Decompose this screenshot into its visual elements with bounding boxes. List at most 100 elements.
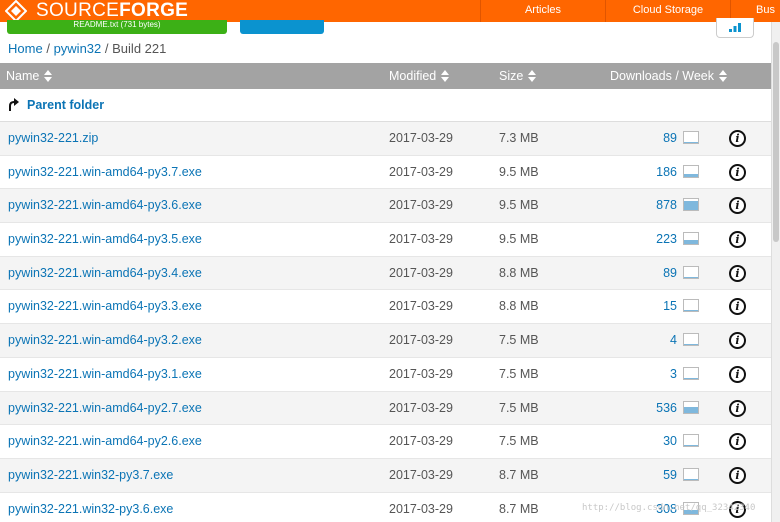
page-scrollbar[interactable] bbox=[771, 22, 780, 522]
sort-icon bbox=[441, 70, 450, 82]
file-downloads[interactable]: 30 bbox=[600, 425, 677, 458]
table-row: pywin32-221.win-amd64-py3.7.exe 2017-03-2… bbox=[0, 156, 771, 190]
file-size: 8.8 MB bbox=[499, 265, 539, 280]
download-sparkline-icon[interactable] bbox=[683, 198, 699, 212]
file-downloads[interactable]: 89 bbox=[600, 257, 677, 290]
up-arrow-icon bbox=[9, 98, 19, 111]
info-icon[interactable]: i bbox=[729, 298, 746, 316]
breadcrumb-separator: / bbox=[104, 41, 109, 56]
column-name-header[interactable]: Name bbox=[6, 63, 53, 89]
sparkline-fill bbox=[684, 406, 698, 413]
sparkline-fill bbox=[684, 240, 698, 245]
file-downloads[interactable]: 15 bbox=[600, 290, 677, 323]
download-button-label: README.txt (731 bytes) bbox=[73, 20, 161, 29]
info-icon[interactable]: i bbox=[729, 197, 746, 215]
breadcrumb-home[interactable]: Home bbox=[8, 41, 43, 56]
column-downloads-label: Downloads / Week bbox=[610, 69, 714, 83]
file-size: 7.5 MB bbox=[499, 400, 539, 415]
watermark: http://blog.csdn.net/qq_32342340 bbox=[582, 503, 756, 513]
table-row: pywin32-221.zip 2017-03-29 7.3 MB 89 i bbox=[0, 122, 771, 156]
parent-folder-link[interactable]: Parent folder bbox=[8, 98, 104, 112]
file-modified: 2017-03-29 bbox=[389, 198, 453, 213]
file-size: 8.8 MB bbox=[499, 299, 539, 314]
info-icon[interactable]: i bbox=[729, 130, 746, 147]
info-icon[interactable]: i bbox=[729, 466, 746, 484]
table-row: pywin32-221.win-amd64-py3.2.exe 2017-03-2… bbox=[0, 324, 771, 358]
column-name-label: Name bbox=[6, 69, 40, 83]
file-downloads[interactable]: 536 bbox=[600, 392, 677, 425]
download-sparkline-icon[interactable] bbox=[683, 366, 699, 380]
file-name-link[interactable]: pywin32-221.win-amd64-py3.6.exe bbox=[8, 189, 202, 222]
file-name-link[interactable]: pywin32-221.win-amd64-py3.7.exe bbox=[8, 156, 202, 189]
file-name-link[interactable]: pywin32-221.win32-py3.7.exe bbox=[8, 459, 173, 492]
table-row: pywin32-221.win-amd64-py2.7.exe 2017-03-2… bbox=[0, 391, 771, 426]
parent-folder-label: Parent folder bbox=[27, 98, 105, 112]
file-size: 7.5 MB bbox=[499, 366, 539, 381]
sparkline-fill bbox=[684, 276, 698, 278]
file-name-link[interactable]: pywin32-221.win-amd64-py3.1.exe bbox=[8, 358, 202, 391]
sparkline-fill bbox=[684, 377, 698, 379]
info-icon[interactable]: i bbox=[729, 399, 746, 417]
file-downloads[interactable]: 3 bbox=[600, 358, 677, 391]
file-name-link[interactable]: pywin32-221.zip bbox=[8, 122, 98, 155]
sparkline-fill bbox=[684, 344, 698, 346]
info-icon[interactable]: i bbox=[729, 163, 746, 181]
file-downloads[interactable]: 59 bbox=[600, 459, 677, 492]
file-name-link[interactable]: pywin32-221.win32-py3.6.exe bbox=[8, 493, 173, 522]
file-modified: 2017-03-29 bbox=[389, 366, 453, 381]
download-sparkline-icon[interactable] bbox=[683, 299, 699, 313]
table-row: pywin32-221.win-amd64-py3.3.exe 2017-03-2… bbox=[0, 290, 771, 325]
table-row: pywin32-221.win-amd64-py3.1.exe 2017-03-2… bbox=[0, 358, 771, 392]
sourceforge-logo[interactable]: SOURCEFORGE bbox=[0, 0, 188, 22]
file-name-link[interactable]: pywin32-221.win-amd64-py3.5.exe bbox=[8, 223, 202, 256]
file-modified: 2017-03-29 bbox=[389, 232, 453, 247]
file-name-link[interactable]: pywin32-221.win-amd64-py2.7.exe bbox=[8, 392, 202, 425]
download-sparkline-icon[interactable] bbox=[683, 232, 699, 246]
parent-folder-row: Parent folder bbox=[0, 89, 771, 122]
column-size-header[interactable]: Size bbox=[499, 63, 537, 89]
file-modified: 2017-03-29 bbox=[389, 164, 453, 179]
file-size: 7.3 MB bbox=[499, 131, 539, 145]
info-icon[interactable]: i bbox=[729, 231, 746, 249]
download-sparkline-icon[interactable] bbox=[683, 434, 699, 448]
sparkline-fill bbox=[684, 142, 698, 143]
nav-cloud-storage[interactable]: Cloud Storage bbox=[605, 0, 730, 22]
column-modified-header[interactable]: Modified bbox=[389, 63, 450, 89]
file-modified: 2017-03-29 bbox=[389, 131, 453, 145]
info-icon[interactable]: i bbox=[729, 433, 746, 451]
file-downloads[interactable]: 4 bbox=[600, 324, 677, 357]
nav-articles[interactable]: Articles bbox=[480, 0, 605, 22]
file-downloads[interactable]: 223 bbox=[600, 223, 677, 256]
file-name-link[interactable]: pywin32-221.win-amd64-py3.2.exe bbox=[8, 324, 202, 357]
secondary-action-button[interactable] bbox=[240, 20, 324, 34]
file-name-link[interactable]: pywin32-221.win-amd64-py3.4.exe bbox=[8, 257, 202, 290]
file-downloads[interactable]: 878 bbox=[600, 189, 677, 222]
file-name-link[interactable]: pywin32-221.win-amd64-py2.6.exe bbox=[8, 425, 202, 458]
download-sparkline-icon[interactable] bbox=[683, 265, 699, 279]
file-modified: 2017-03-29 bbox=[389, 434, 453, 449]
info-icon[interactable]: i bbox=[729, 332, 746, 350]
download-sparkline-icon[interactable] bbox=[683, 400, 699, 414]
download-latest-button[interactable]: README.txt (731 bytes) bbox=[7, 20, 227, 34]
download-sparkline-icon[interactable] bbox=[683, 131, 699, 144]
file-modified: 2017-03-29 bbox=[389, 265, 453, 280]
breadcrumb-project[interactable]: pywin32 bbox=[54, 41, 102, 56]
download-sparkline-icon[interactable] bbox=[683, 164, 699, 178]
column-size-label: Size bbox=[499, 69, 524, 83]
diamond-logo-icon bbox=[4, 0, 28, 22]
scrollbar-thumb[interactable] bbox=[773, 42, 779, 242]
breadcrumb-current: Build 221 bbox=[112, 41, 167, 56]
file-downloads[interactable]: 186 bbox=[600, 156, 677, 189]
table-row: pywin32-221.win-amd64-py3.4.exe 2017-03-2… bbox=[0, 256, 771, 291]
info-icon[interactable]: i bbox=[729, 264, 746, 282]
info-icon[interactable]: i bbox=[729, 365, 746, 383]
sparkline-fill bbox=[684, 478, 698, 480]
column-downloads-header[interactable]: Downloads / Week bbox=[610, 63, 727, 89]
download-sparkline-icon[interactable] bbox=[683, 467, 699, 481]
file-modified: 2017-03-29 bbox=[389, 501, 453, 516]
download-sparkline-icon[interactable] bbox=[683, 333, 699, 347]
rss-button[interactable] bbox=[716, 18, 754, 38]
file-modified: 2017-03-29 bbox=[389, 467, 453, 482]
file-name-link[interactable]: pywin32-221.win-amd64-py3.3.exe bbox=[8, 290, 202, 323]
file-downloads[interactable]: 89 bbox=[600, 122, 677, 155]
